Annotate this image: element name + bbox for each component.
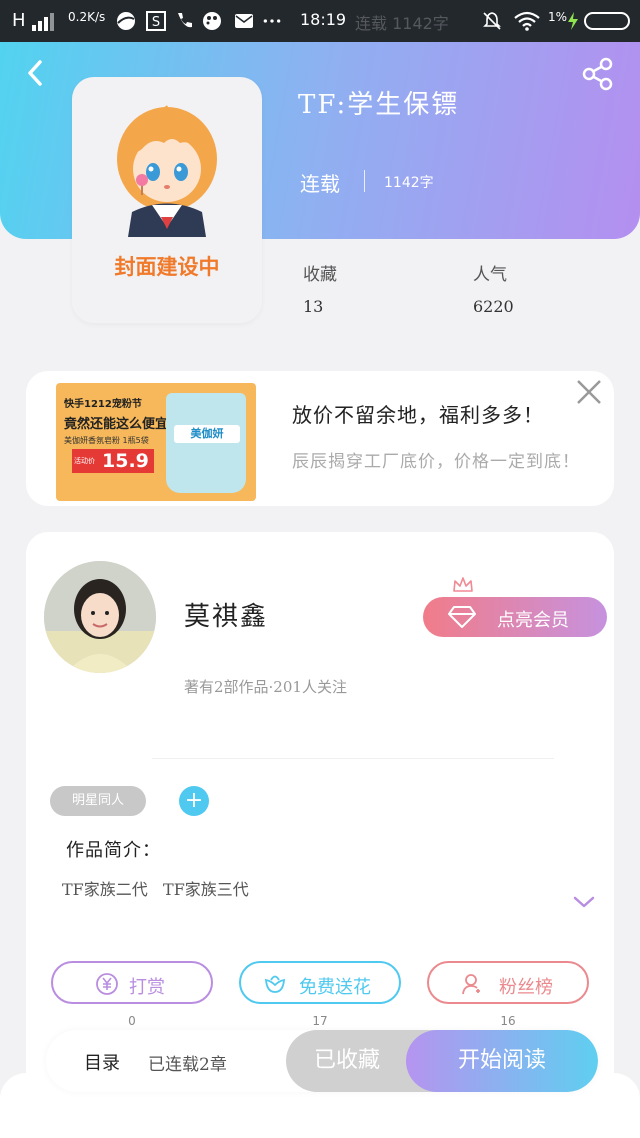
phone-icon: [178, 13, 192, 28]
share-icon[interactable]: [580, 56, 616, 92]
signal-icon: [32, 13, 58, 31]
mute-icon: [483, 12, 501, 30]
network-type: H: [12, 10, 26, 31]
fans-rank-button[interactable]: 粉丝榜: [427, 961, 589, 1004]
tag-chip[interactable]: 明星同人: [50, 786, 146, 816]
book-cover[interactable]: 封面建设中: [72, 77, 262, 323]
flower-count: 17: [312, 1014, 328, 1028]
word-count: 1142字: [384, 175, 434, 191]
ad-price-box: 活动价 15.9: [72, 449, 154, 473]
s-app-icon: S: [146, 11, 166, 31]
yen-coin-icon: [96, 973, 118, 995]
book-title: TF:学生保镖: [298, 90, 460, 120]
favorites-count: 13: [303, 297, 324, 316]
ad-price-tag: 活动价: [74, 457, 95, 465]
vip-button[interactable]: 点亮会员: [423, 597, 607, 637]
diamond-icon: [448, 606, 476, 628]
back-icon[interactable]: [22, 58, 50, 88]
author-stats: 著有2部作品·201人关注: [184, 678, 347, 696]
toc-button[interactable]: 目录: [84, 1049, 120, 1075]
author-card: 莫祺鑫 著有2部作品·201人关注 点亮会员 明星同人 + 作品简介： TF家族…: [26, 532, 614, 1092]
bottom-action-bar: 目录 已连载2章 已收藏 开始阅读: [46, 1030, 598, 1092]
add-tag-button[interactable]: +: [179, 786, 209, 816]
start-reading-button[interactable]: 开始阅读: [406, 1030, 598, 1092]
ad-price: 15.9: [102, 450, 149, 472]
send-flower-button[interactable]: 免费送花: [239, 961, 401, 1004]
close-icon[interactable]: [574, 377, 604, 407]
ad-image-line3: 美伽妍香氛皂粉 1瓶5袋: [64, 436, 149, 445]
intro-label: 作品简介：: [66, 840, 161, 861]
ad-banner[interactable]: 快手1212宠粉节 竟然还能这么便宜 美伽妍香氛皂粉 1瓶5袋 活动价 15.9…: [26, 371, 614, 506]
wifi-icon: [514, 11, 540, 31]
fans-rank-label: 粉丝榜: [499, 977, 553, 998]
fans-count: 16: [500, 1014, 516, 1028]
network-speed: 0.2K/s: [68, 10, 106, 24]
tip-button[interactable]: 打赏: [51, 961, 213, 1004]
svg-text:S: S: [152, 15, 160, 30]
ad-subtitle: 辰辰揭穿工厂底价，价格一定到底！: [292, 452, 580, 472]
ad-image[interactable]: 快手1212宠粉节 竟然还能这么便宜 美伽妍香氛皂粉 1瓶5袋 活动价 15.9…: [56, 383, 256, 501]
chapter-status[interactable]: 已连载2章: [148, 1050, 227, 1075]
flower-icon: [265, 975, 285, 993]
browser-icon: [117, 12, 135, 30]
mail-icon: [235, 14, 253, 28]
status-bar: H 0.2K/s S 18:19 连载 1142字 1%: [0, 0, 640, 42]
chevron-down-icon[interactable]: [572, 894, 596, 910]
ad-brand: 美伽妍: [174, 425, 240, 443]
product-bottle: [166, 393, 246, 493]
clock: 18:19: [300, 10, 347, 29]
cover-illustration: [117, 105, 217, 237]
author-name[interactable]: 莫祺鑫: [184, 596, 268, 633]
send-flower-label: 免费送花: [299, 977, 371, 998]
favorites-label: 收藏: [303, 265, 337, 285]
more-icon: [263, 19, 281, 23]
charging-icon: [568, 12, 578, 30]
palette-icon: [203, 12, 221, 30]
divider: [152, 758, 554, 759]
ad-image-line2: 竟然还能这么便宜: [64, 417, 169, 432]
popularity-count: 6220: [473, 297, 514, 316]
tip-button-label: 打赏: [129, 977, 165, 998]
ad-image-line1: 快手1212宠粉节: [64, 399, 142, 410]
avatar[interactable]: [44, 561, 156, 673]
ad-title: 放价不留余地，福利多多！: [292, 403, 544, 427]
status-divider: [364, 170, 365, 192]
intro-text: TF家族二代 TF家族三代: [62, 880, 249, 899]
cover-placeholder-text: 封面建设中: [114, 255, 220, 279]
fans-icon: [462, 974, 480, 995]
vip-button-label: 点亮会员: [497, 610, 569, 631]
serial-status: 连载: [300, 172, 340, 196]
popularity-label: 人气: [473, 265, 507, 285]
crown-icon: [453, 577, 473, 592]
tip-count: 0: [128, 1014, 136, 1028]
ghost-overlay-text: 连载 1142字: [355, 14, 449, 33]
battery-icon: [584, 12, 630, 30]
battery-percent: 1%: [548, 10, 568, 24]
